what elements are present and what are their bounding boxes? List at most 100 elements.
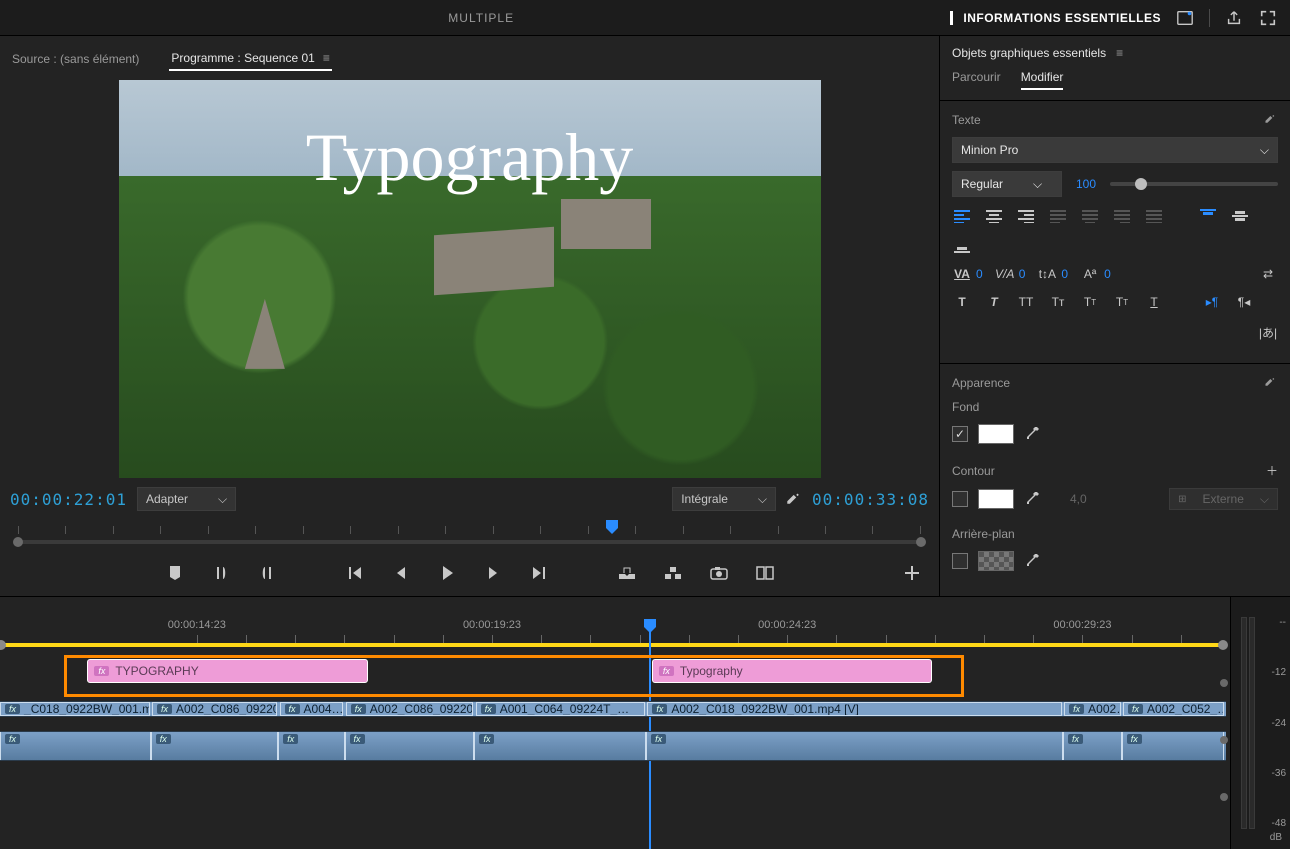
timeline-panel[interactable]: 00:00:14:2300:00:19:2300:00:24:2300:00:2… bbox=[0, 597, 1230, 849]
audio-clip[interactable]: fx bbox=[345, 732, 475, 760]
superscript-icon[interactable]: TT bbox=[1080, 293, 1100, 311]
tracking-value[interactable]: 0 bbox=[976, 267, 983, 281]
font-size-slider[interactable] bbox=[1110, 182, 1278, 186]
add-stroke-button[interactable]: ＋ bbox=[1266, 462, 1278, 479]
settings-wrench-icon[interactable] bbox=[786, 491, 802, 507]
source-tab[interactable]: Source : (sans élément) bbox=[10, 48, 141, 70]
video-clip[interactable]: fxA001_C064_09224T_… bbox=[476, 702, 645, 716]
audio-clip[interactable]: fx bbox=[474, 732, 646, 760]
align-center-icon[interactable] bbox=[984, 207, 1004, 225]
text-options-icon[interactable]: |あ| bbox=[1258, 323, 1278, 341]
panel-preset-icon[interactable] bbox=[1175, 8, 1195, 28]
stroke-position-dropdown[interactable]: ⊞ Externe ⌵ bbox=[1169, 488, 1278, 510]
audio-clip[interactable]: fx bbox=[151, 732, 279, 760]
export-frame-button[interactable] bbox=[708, 562, 730, 584]
settings-wrench-icon[interactable] bbox=[1264, 376, 1278, 390]
play-button[interactable] bbox=[436, 562, 458, 584]
mark-out-button[interactable] bbox=[256, 562, 278, 584]
video-clip[interactable]: fxA002_C018_0922BW_001.mp4 [V] bbox=[647, 702, 1061, 716]
audio-clip[interactable]: fx bbox=[278, 732, 344, 760]
baseline-value[interactable]: 0 bbox=[1104, 267, 1111, 281]
egp-tab-edit[interactable]: Modifier bbox=[1021, 70, 1064, 90]
justify-right-icon[interactable] bbox=[1112, 207, 1132, 225]
justify-center-icon[interactable] bbox=[1080, 207, 1100, 225]
stroke-width-value[interactable]: 4,0 bbox=[1070, 492, 1087, 506]
share-icon[interactable] bbox=[1224, 8, 1244, 28]
mini-playhead-icon[interactable] bbox=[604, 520, 620, 540]
font-size-value[interactable]: 100 bbox=[1076, 177, 1096, 191]
graphic-clip[interactable]: fxTYPOGRAPHY bbox=[87, 659, 367, 683]
align-right-icon[interactable] bbox=[1016, 207, 1036, 225]
align-left-icon[interactable] bbox=[952, 207, 972, 225]
monitor-mini-timeline[interactable] bbox=[10, 520, 929, 554]
video-clip[interactable]: fx A004… bbox=[280, 702, 344, 716]
fx-badge-icon: fx bbox=[285, 704, 300, 714]
graphic-clip[interactable]: fxTypography bbox=[652, 659, 932, 683]
program-tab[interactable]: Programme : Sequence 01 ≡ bbox=[169, 47, 331, 71]
valign-bottom-icon[interactable] bbox=[952, 237, 972, 255]
clip-label: A004… bbox=[304, 702, 344, 716]
fullscreen-icon[interactable] bbox=[1258, 8, 1278, 28]
video-clip[interactable]: fxA002_C086_09220… bbox=[152, 702, 277, 716]
justify-all-icon[interactable] bbox=[1144, 207, 1164, 225]
valign-top-icon[interactable] bbox=[1198, 207, 1218, 225]
program-monitor[interactable]: Typography bbox=[10, 72, 929, 482]
workspace-label[interactable]: INFORMATIONS ESSENTIELLES bbox=[950, 11, 1161, 25]
font-family-dropdown[interactable]: Minion Pro ⌵ bbox=[952, 137, 1278, 163]
work-area-bar[interactable] bbox=[0, 643, 1224, 647]
settings-wrench-icon[interactable] bbox=[1264, 113, 1278, 127]
eyedropper-icon[interactable] bbox=[1024, 553, 1040, 569]
eyedropper-icon[interactable] bbox=[1024, 426, 1040, 442]
egp-tab-browse[interactable]: Parcourir bbox=[952, 70, 1001, 90]
kerning-value[interactable]: 0 bbox=[1019, 267, 1026, 281]
lift-button[interactable] bbox=[616, 562, 638, 584]
faux-italic-icon[interactable]: T bbox=[984, 293, 1004, 311]
fill-color-swatch[interactable] bbox=[978, 424, 1014, 444]
background-checkbox[interactable] bbox=[952, 553, 968, 569]
quality-dropdown[interactable]: Intégrale ⌵ bbox=[672, 487, 776, 511]
leading-value[interactable]: 0 bbox=[1061, 267, 1068, 281]
step-forward-button[interactable] bbox=[482, 562, 504, 584]
rtl-icon[interactable]: ¶◂ bbox=[1234, 293, 1254, 311]
timeline-ruler[interactable]: 00:00:14:2300:00:19:2300:00:24:2300:00:2… bbox=[0, 619, 1230, 645]
audio-clip[interactable]: fx bbox=[1063, 732, 1122, 760]
mark-in-button[interactable] bbox=[210, 562, 232, 584]
tsume-icon[interactable]: ⇄ bbox=[1258, 265, 1278, 283]
add-marker-button[interactable] bbox=[164, 562, 186, 584]
video-track-v1[interactable]: fx_C018_0922BW_001.mp4 [V]fxA002_C086_09… bbox=[0, 701, 1226, 717]
video-clip[interactable]: fxA002… bbox=[1064, 702, 1120, 716]
comparison-view-button[interactable] bbox=[754, 562, 776, 584]
go-to-in-button[interactable] bbox=[344, 562, 366, 584]
video-clip[interactable]: fxA002_C086_09220… bbox=[346, 702, 474, 716]
subscript-icon[interactable]: TT bbox=[1112, 293, 1132, 311]
workspace-dropdown[interactable]: MULTIPLE bbox=[448, 11, 514, 25]
stroke-checkbox[interactable] bbox=[952, 491, 968, 507]
app-topbar: MULTIPLE INFORMATIONS ESSENTIELLES bbox=[0, 0, 1290, 36]
justify-left-icon[interactable] bbox=[1048, 207, 1068, 225]
panel-menu-icon[interactable]: ≡ bbox=[1116, 46, 1123, 60]
video-clip[interactable]: fx_C018_0922BW_001.mp4 [V] bbox=[0, 702, 150, 716]
button-editor-plus[interactable] bbox=[901, 562, 923, 584]
step-back-button[interactable] bbox=[390, 562, 412, 584]
audio-clip[interactable]: fx bbox=[1122, 732, 1224, 760]
audio-clip[interactable]: fx bbox=[646, 732, 1063, 760]
all-caps-icon[interactable]: TT bbox=[1016, 293, 1036, 311]
ltr-icon[interactable]: ▸¶ bbox=[1202, 293, 1222, 311]
valign-middle-icon[interactable] bbox=[1230, 207, 1250, 225]
small-caps-icon[interactable]: Tᴛ bbox=[1048, 293, 1068, 311]
timecode-current[interactable]: 00:00:22:01 bbox=[10, 490, 127, 509]
eyedropper-icon[interactable] bbox=[1024, 491, 1040, 507]
video-clip[interactable]: fxA002_C052_… bbox=[1123, 702, 1224, 716]
audio-track-a1[interactable]: fxfxfxfxfxfxfxfx bbox=[0, 731, 1226, 761]
panel-menu-icon[interactable]: ≡ bbox=[323, 51, 330, 65]
background-color-swatch[interactable] bbox=[978, 551, 1014, 571]
zoom-fit-dropdown[interactable]: Adapter ⌵ bbox=[137, 487, 236, 511]
font-style-dropdown[interactable]: Regular ⌵ bbox=[952, 171, 1062, 197]
audio-clip[interactable]: fx bbox=[0, 732, 151, 760]
underline-icon[interactable]: T bbox=[1144, 293, 1164, 311]
go-to-out-button[interactable] bbox=[528, 562, 550, 584]
stroke-color-swatch[interactable] bbox=[978, 489, 1014, 509]
faux-bold-icon[interactable]: T bbox=[952, 293, 972, 311]
extract-button[interactable] bbox=[662, 562, 684, 584]
fill-checkbox[interactable] bbox=[952, 426, 968, 442]
